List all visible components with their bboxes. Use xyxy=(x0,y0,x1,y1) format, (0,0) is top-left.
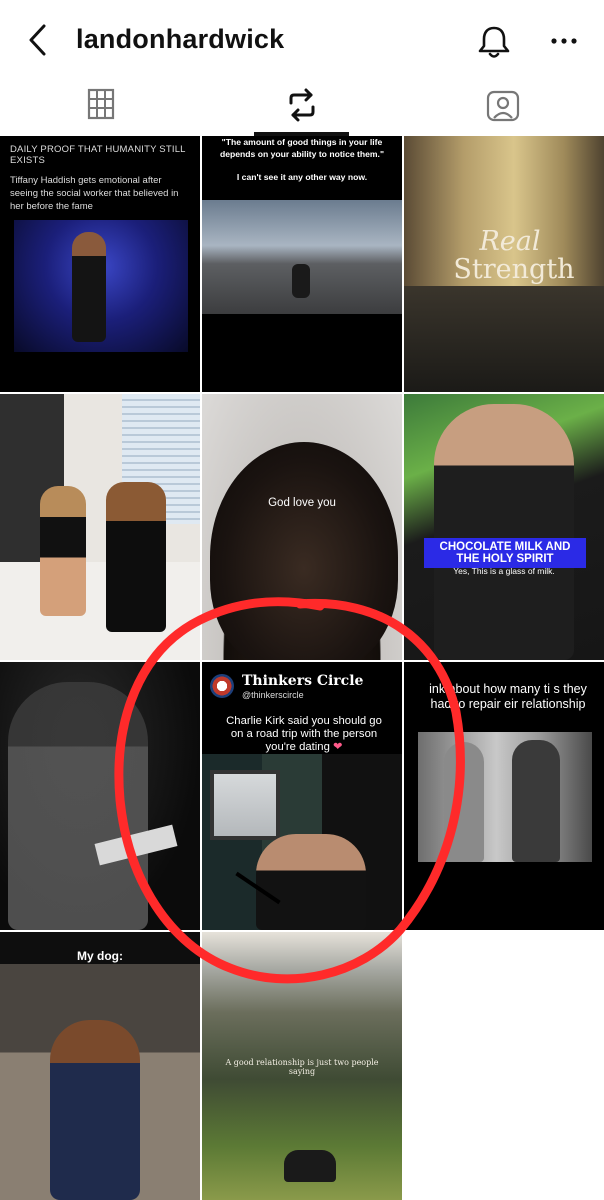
reposts-grid: DAILY PROOF THAT HUMANITY STILL EXISTS T… xyxy=(0,136,604,1200)
grid-post-9[interactable]: ink about how many ti s they had to repa… xyxy=(404,662,604,930)
post-thumbnail-window xyxy=(210,770,280,840)
post-quote: "The amount of good things in your life … xyxy=(219,137,385,159)
grid-icon xyxy=(87,88,114,120)
heart-icon: ❤ xyxy=(333,741,343,753)
post-label: My dog: xyxy=(77,949,123,963)
post-thumbnail-person xyxy=(512,740,560,862)
post-subquote: I can't see it any other way now. xyxy=(236,172,368,182)
profile-header: landonhardwick xyxy=(0,0,604,80)
notifications-button[interactable] xyxy=(474,22,514,62)
post-thumbnail-person xyxy=(72,232,106,342)
post-caption-text: Charlie Kirk said you should go on a roa… xyxy=(226,715,382,753)
back-button[interactable] xyxy=(22,22,58,58)
post-thumbnail-person xyxy=(40,486,86,616)
grid-post-2[interactable]: "The amount of good things in your life … xyxy=(202,136,402,392)
grid-post-10[interactable]: My dog: xyxy=(0,932,200,1200)
post-title-line1: Real xyxy=(479,226,541,257)
grid-post-8[interactable]: Thinkers Circle @thinkerscircle Charlie … xyxy=(202,662,402,930)
more-options-button[interactable] xyxy=(546,26,582,56)
post-thumbnail-speaker xyxy=(256,834,366,930)
grid-post-6[interactable]: CHOCOLATE MILK AND THE HOLY SPIRIT Yes, … xyxy=(404,394,604,660)
tab-tagged[interactable] xyxy=(402,80,603,136)
post-thumbnail-dancer xyxy=(50,1020,140,1200)
thinkers-circle-logo-icon xyxy=(210,674,234,698)
bell-icon xyxy=(478,26,510,58)
post-caption: God love you xyxy=(268,497,336,509)
repost-icon xyxy=(289,88,314,122)
post-caption-header: DAILY PROOF THAT HUMANITY STILL EXISTS xyxy=(10,144,186,166)
grid-post-5[interactable]: God love you xyxy=(202,394,402,660)
post-thumbnail-speaker xyxy=(434,404,574,660)
profile-tabs xyxy=(0,80,604,136)
tab-reposts[interactable] xyxy=(201,80,402,136)
post-thumbnail-person xyxy=(106,482,166,632)
tab-grid[interactable] xyxy=(0,80,201,136)
ellipsis-horizontal-icon xyxy=(551,38,577,44)
post-thumbnail-face xyxy=(210,442,398,660)
post-caption: Tiffany Haddish gets emotional after see… xyxy=(10,175,179,212)
grid-post-7[interactable] xyxy=(0,662,200,930)
post-thumbnail-crowd xyxy=(404,286,604,392)
post-brand-name: Thinkers Circle xyxy=(242,673,364,689)
post-banner-title: CHOCOLATE MILK AND THE HOLY SPIRIT xyxy=(424,538,586,568)
grid-post-11[interactable]: A good relationship is just two people s… xyxy=(202,932,402,1200)
profile-username: landonhardwick xyxy=(76,24,285,54)
post-thumbnail-motorcycle xyxy=(292,264,310,298)
post-thumbnail-couple xyxy=(284,1150,336,1182)
post-brand-handle: @thinkerscircle xyxy=(242,690,304,700)
post-caption: Charlie Kirk said you should go on a roa… xyxy=(224,715,384,754)
post-thumbnail-man xyxy=(8,682,148,930)
tagged-person-icon xyxy=(486,90,519,122)
grid-post-3[interactable]: Real Strength xyxy=(404,136,604,392)
post-thumbnail-person xyxy=(444,742,484,862)
chevron-left-icon xyxy=(29,24,46,56)
grid-post-4[interactable] xyxy=(0,394,200,660)
grid-post-1[interactable]: DAILY PROOF THAT HUMANITY STILL EXISTS T… xyxy=(0,136,200,392)
post-caption: A good relationship is just two people s… xyxy=(225,1058,379,1076)
post-thumbnail-counter xyxy=(0,562,200,660)
post-subcaption: Yes, This is a glass of milk. xyxy=(453,566,555,576)
post-caption: ink about how many ti s they had to repa… xyxy=(429,682,587,711)
post-title-line2: Strength xyxy=(453,254,575,285)
